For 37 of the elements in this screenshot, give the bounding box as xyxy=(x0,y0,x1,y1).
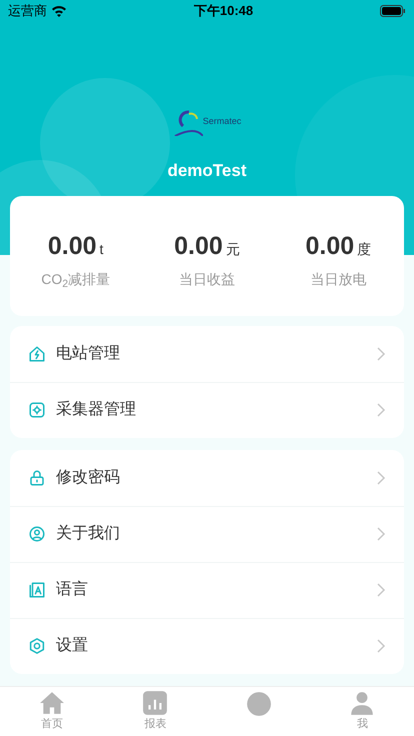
chevron-right-icon xyxy=(376,346,386,362)
chevron-right-icon xyxy=(376,582,386,598)
username: demoTest xyxy=(167,160,247,182)
chevron-right-icon xyxy=(376,526,386,542)
circle-icon xyxy=(246,690,272,716)
menu-item[interactable]: 语言 xyxy=(10,562,404,618)
logo-drawing: Sermatec xyxy=(172,106,242,136)
menu-item[interactable]: 电站管理 xyxy=(10,326,404,382)
battery-icon xyxy=(380,5,406,17)
stat-unit: t xyxy=(100,240,104,258)
stat-value: 0.00 xyxy=(48,230,97,262)
menu-item[interactable]: 设置 xyxy=(10,618,404,674)
chevron-right-icon xyxy=(376,638,386,654)
stat-value: 0.00 xyxy=(305,230,354,262)
menu-item[interactable]: 关于我们 xyxy=(10,506,404,562)
menu-item[interactable]: 采集器管理 xyxy=(10,382,404,438)
carrier-name: 运营商 xyxy=(8,2,47,20)
home-icon xyxy=(38,690,65,716)
stat-label: CO$_{2}$减排量 xyxy=(41,270,110,290)
chevron-right-icon xyxy=(376,470,386,486)
person-icon xyxy=(349,690,376,716)
user-circle-icon xyxy=(28,525,46,543)
stat-unit: 元 xyxy=(226,240,240,258)
menu-item[interactable]: 修改密码 xyxy=(10,450,404,506)
house-bolt-icon xyxy=(28,344,46,362)
wifi-icon xyxy=(51,5,67,17)
stat-unit: 度 xyxy=(357,240,372,258)
stat-label: 当日收益 xyxy=(178,270,235,289)
chevron-right-icon xyxy=(376,402,386,418)
settings-icon xyxy=(28,637,46,655)
status-time: 下午10:48 xyxy=(194,2,254,20)
stat-value: 0.00 xyxy=(174,230,223,262)
stat-label: 当日放电 xyxy=(310,270,366,289)
bar-chart-icon xyxy=(142,690,168,716)
letter-card-icon xyxy=(28,581,46,599)
lock-icon xyxy=(28,468,46,486)
chip-icon xyxy=(28,401,46,419)
